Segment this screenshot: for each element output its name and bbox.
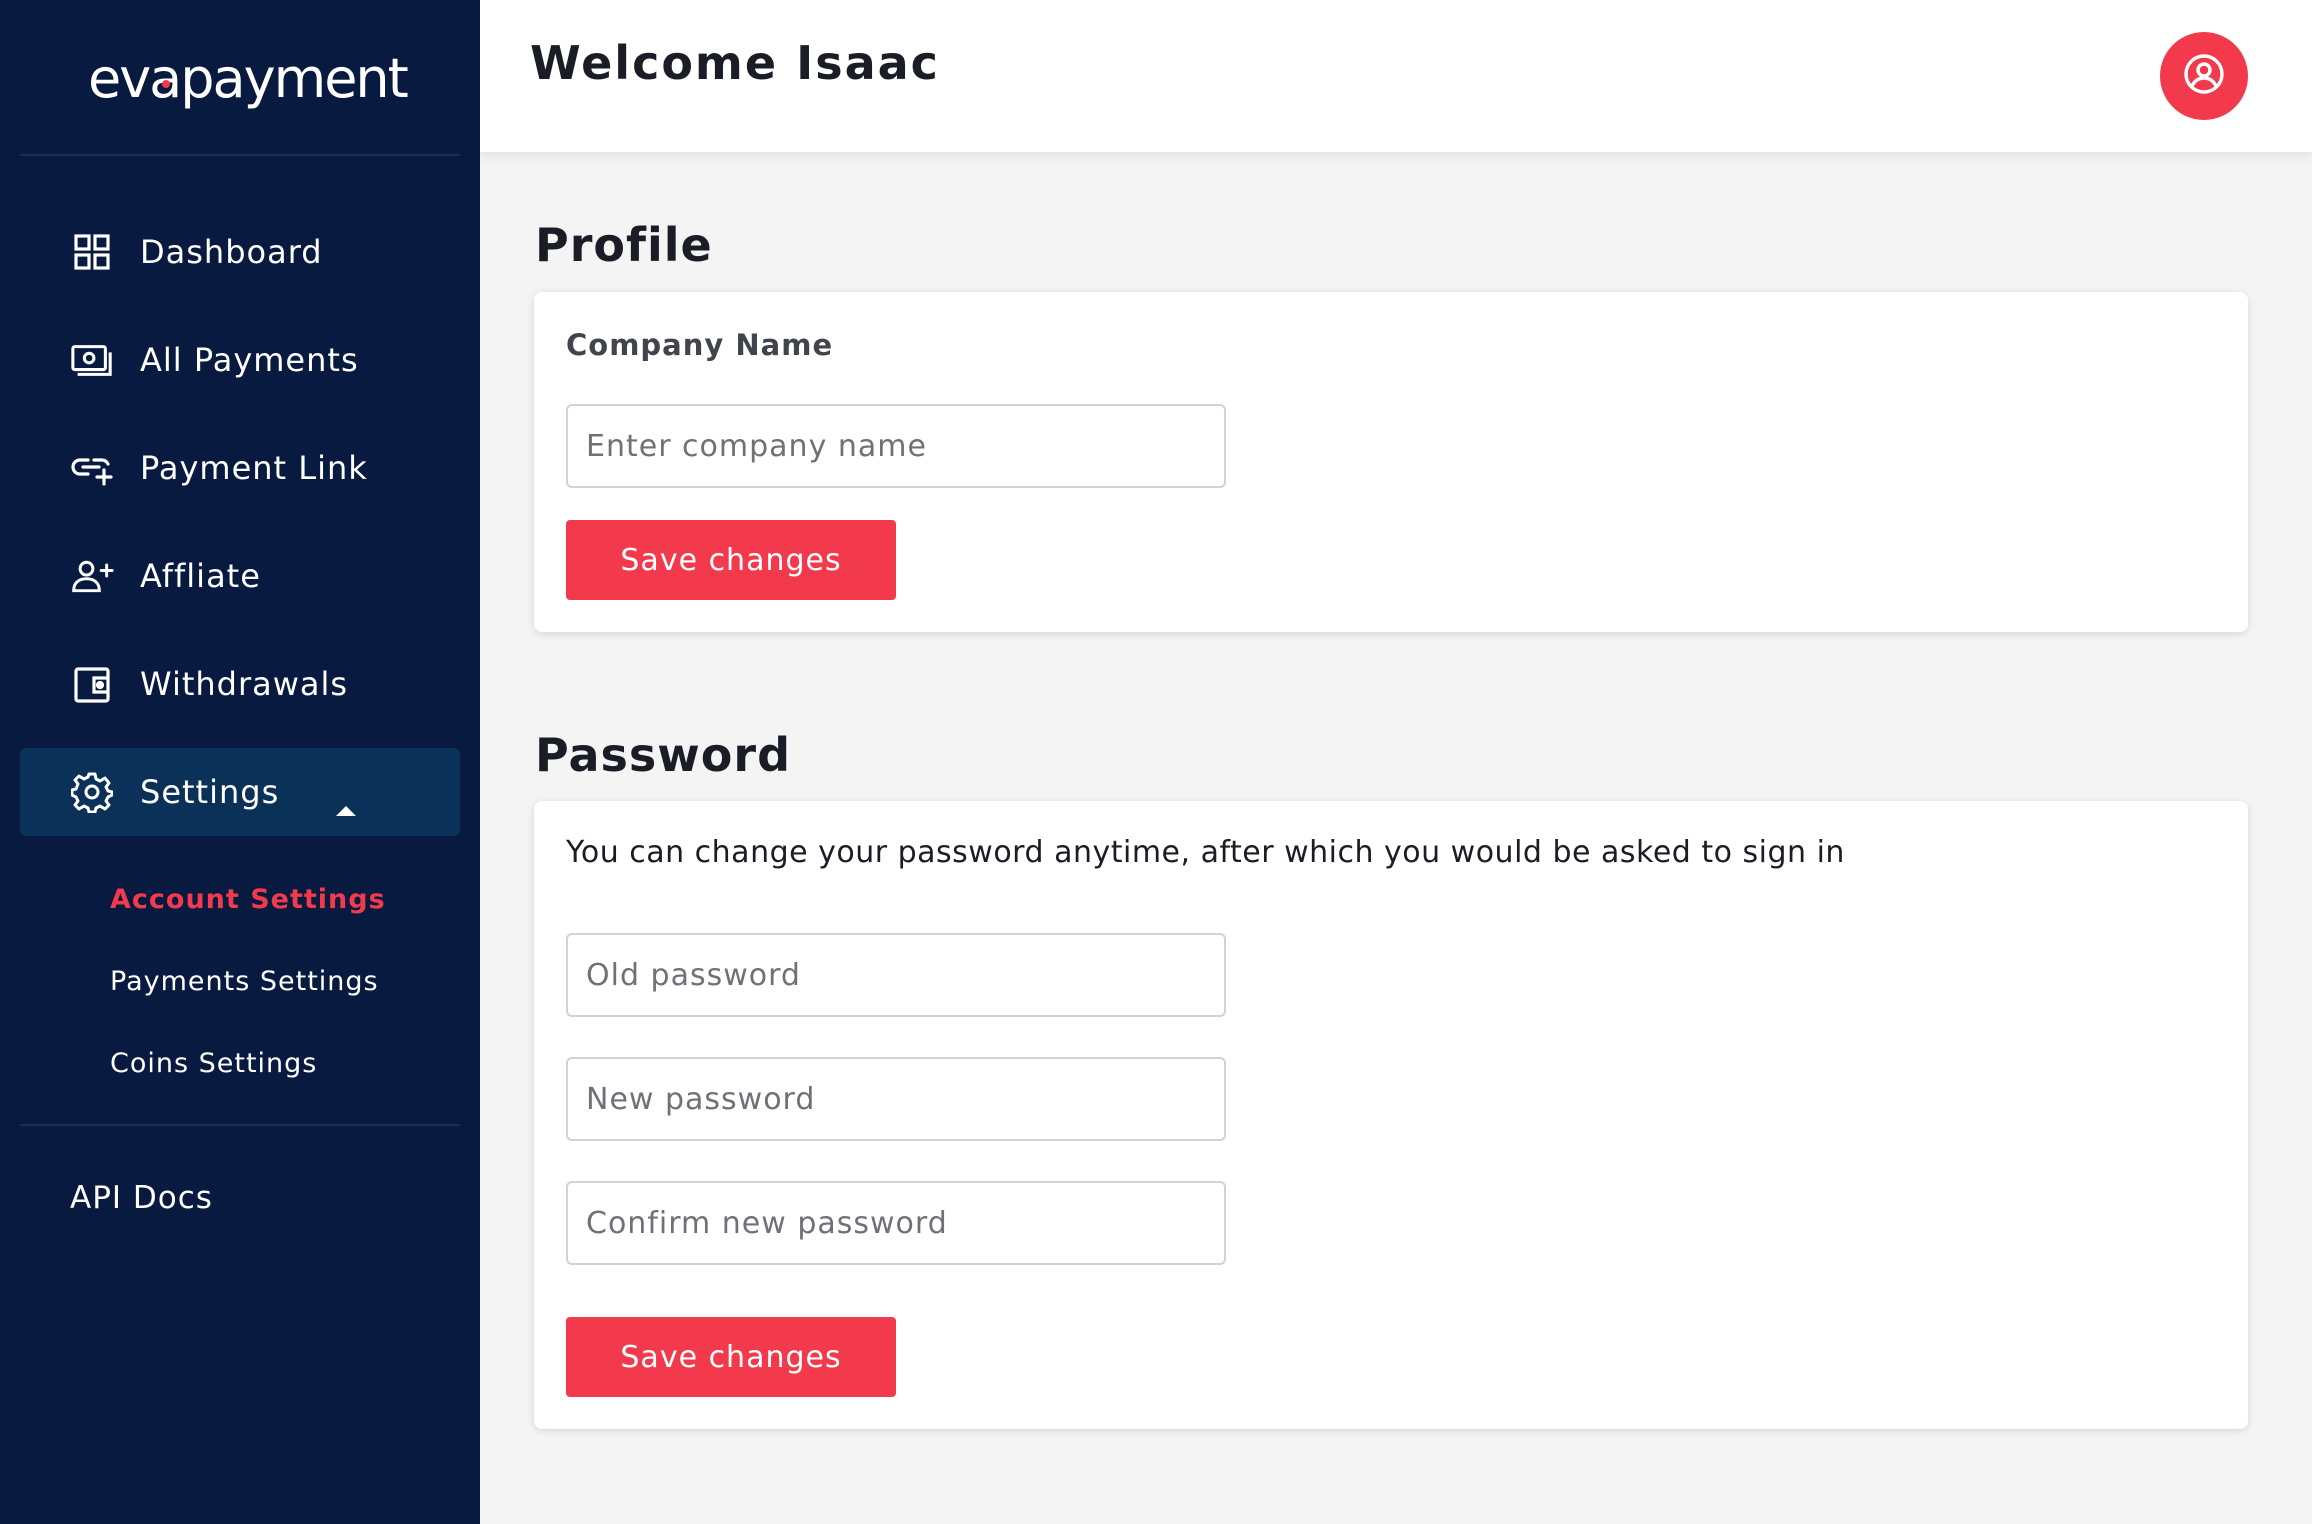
- password-description: You can change your password anytime, af…: [566, 835, 1845, 870]
- sidebar-item-withdrawals[interactable]: Withdrawals: [20, 640, 460, 728]
- sidebar-divider: [20, 154, 460, 156]
- wallet-icon: [70, 662, 114, 706]
- chevron-up-icon[interactable]: [336, 786, 356, 824]
- sidebar-item-label: Dashboard: [140, 233, 323, 271]
- sidebar-item-label: Affliate: [140, 557, 261, 595]
- sidebar-item-label: All Payments: [140, 341, 359, 379]
- profile-save-button[interactable]: Save changes: [566, 520, 896, 600]
- old-password-input[interactable]: [566, 933, 1226, 1017]
- cash-icon: [70, 338, 114, 382]
- sidebar-item-settings[interactable]: Settings: [20, 748, 460, 836]
- profile-avatar-button[interactable]: [2160, 32, 2248, 120]
- company-name-label: Company Name: [566, 328, 834, 362]
- submenu-account-settings[interactable]: Account Settings: [110, 884, 386, 915]
- password-save-button[interactable]: Save changes: [566, 1317, 896, 1397]
- sidebar-item-label: Payment Link: [140, 449, 368, 487]
- profile-section-title: Profile: [535, 218, 713, 272]
- confirm-password-input[interactable]: [566, 1181, 1226, 1265]
- sidebar-item-all-payments[interactable]: All Payments: [20, 316, 460, 404]
- welcome-title: Welcome Isaac: [530, 36, 940, 90]
- new-password-input[interactable]: [566, 1057, 1226, 1141]
- sidebar-item-affiliate[interactable]: Affliate: [20, 532, 460, 620]
- profile-card: Company Name Save changes: [534, 292, 2248, 632]
- sidebar-divider: [20, 1124, 460, 1126]
- user-circle-icon: [2183, 53, 2225, 99]
- password-card: You can change your password anytime, af…: [534, 801, 2248, 1429]
- sidebar-item-label: Settings: [140, 773, 280, 811]
- top-header: Welcome Isaac: [480, 0, 2312, 152]
- password-section-title: Password: [535, 728, 791, 782]
- sidebar-item-api-docs[interactable]: API Docs: [70, 1180, 213, 1216]
- sidebar-item-payment-link[interactable]: Payment Link: [20, 424, 460, 512]
- submenu-payments-settings[interactable]: Payments Settings: [110, 966, 379, 997]
- sidebar-item-dashboard[interactable]: Dashboard: [20, 208, 460, 296]
- brand-logo[interactable]: evapayment: [88, 44, 409, 114]
- user-add-icon: [70, 554, 114, 598]
- dashboard-grid-icon: [70, 230, 114, 274]
- company-name-input[interactable]: [566, 404, 1226, 488]
- gear-icon: [70, 770, 114, 814]
- submenu-coins-settings[interactable]: Coins Settings: [110, 1048, 317, 1079]
- sidebar-item-label: Withdrawals: [140, 665, 349, 703]
- sidebar: evapayment Dashboard All Payments Paymen…: [0, 0, 480, 1524]
- logo-dot: [162, 80, 170, 88]
- link-add-icon: [70, 446, 114, 490]
